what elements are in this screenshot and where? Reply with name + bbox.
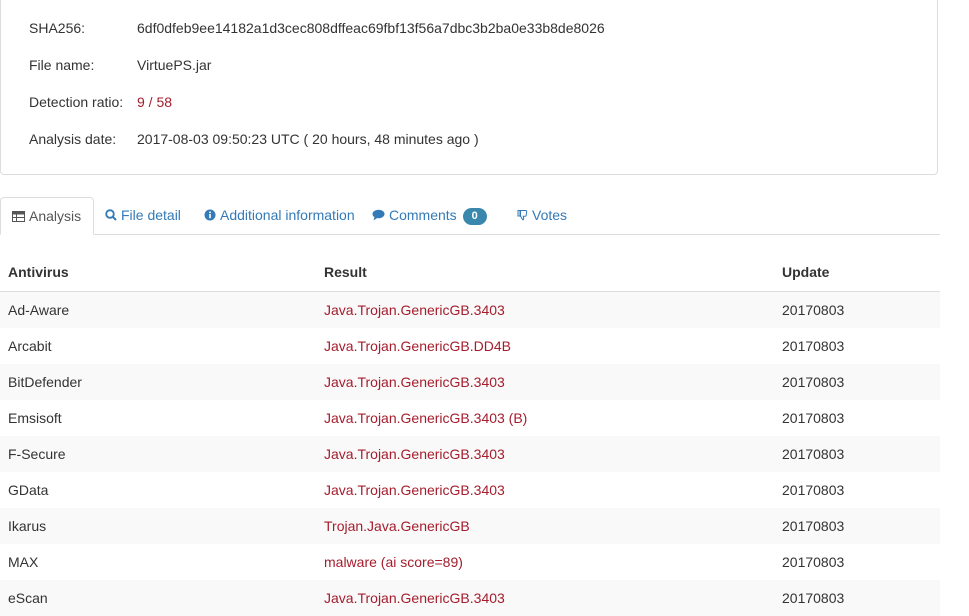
- antivirus-name: MAX: [8, 553, 39, 570]
- antivirus-name: Emsisoft: [8, 409, 62, 426]
- detection-result: Java.Trojan.GenericGB.3403: [316, 291, 774, 328]
- column-header-update: Update: [774, 254, 940, 292]
- antivirus-name: Arcabit: [8, 337, 52, 354]
- tab-file-detail[interactable]: File detail: [105, 197, 181, 235]
- update-date: 20170803: [774, 507, 940, 544]
- table-row: Arcabit Java.Trojan.GenericGB.DD4B 20170…: [0, 328, 940, 364]
- detection-result: Java.Trojan.GenericGB.3403: [324, 481, 505, 498]
- table-row: Emsisoft Java.Trojan.GenericGB.3403 (B) …: [0, 400, 940, 436]
- tab-additional-information[interactable]: Additional information: [204, 197, 355, 235]
- antivirus-name: F-Secure: [0, 435, 316, 472]
- antivirus-name: Ikarus: [0, 507, 316, 544]
- update-date: 20170803: [774, 291, 940, 328]
- info-icon: [204, 198, 216, 234]
- update-date: 20170803: [782, 409, 845, 426]
- table-row: F-Secure Java.Trojan.GenericGB.3403 2017…: [0, 435, 940, 472]
- column-header-antivirus: Antivirus: [0, 254, 316, 292]
- detection-result: Java.Trojan.GenericGB.3403 (B): [324, 409, 528, 426]
- comment-icon: [372, 198, 385, 234]
- comments-count-badge: 0: [462, 208, 487, 225]
- table-row: BitDefender Java.Trojan.GenericGB.3403 2…: [0, 363, 940, 400]
- detection-ratio-value: 9 / 58: [137, 94, 173, 110]
- antivirus-name: Ad-Aware: [0, 291, 316, 328]
- detection-result: Trojan.Java.GenericGB: [316, 507, 774, 544]
- tab-votes[interactable]: Votes: [517, 197, 567, 235]
- table-row: Ad-Aware Java.Trojan.GenericGB.3403 2017…: [0, 291, 940, 328]
- file-name-value: VirtuePS.jar: [137, 57, 212, 73]
- detection-result: Java.Trojan.GenericGB.3403: [316, 579, 774, 616]
- tab-analysis[interactable]: Analysis: [0, 197, 95, 235]
- table-row: eScan Java.Trojan.GenericGB.3403 2017080…: [0, 579, 940, 616]
- update-date: 20170803: [782, 553, 845, 570]
- thumbs-down-icon: [517, 198, 528, 234]
- tab-bar: Analysis File detail Additional informat…: [0, 197, 940, 235]
- update-date: 20170803: [774, 363, 940, 400]
- detection-result: malware (ai score=89): [324, 553, 463, 570]
- antivirus-name: GData: [8, 481, 49, 498]
- analysis-date-value: 2017-08-03 09:50:23 UTC ( 20 hours, 48 m…: [137, 131, 479, 147]
- antivirus-name: eScan: [0, 579, 316, 616]
- table-header-row: Antivirus Result Update: [0, 254, 940, 292]
- sha256-label: SHA256:: [29, 20, 86, 36]
- analysis-date-label: Analysis date:: [29, 131, 117, 147]
- antivirus-results-table: Antivirus Result Update Ad-Aware Java.Tr…: [0, 254, 940, 616]
- file-summary-panel: SHA256: 6df0dfeb9ee14182a1d3cec808dffeac…: [0, 0, 938, 175]
- update-date: 20170803: [782, 337, 845, 354]
- update-date: 20170803: [782, 481, 845, 498]
- detection-result: Java.Trojan.GenericGB.3403: [316, 435, 774, 472]
- tab-additional-information-label: Additional information: [220, 207, 355, 223]
- sha256-value: 6df0dfeb9ee14182a1d3cec808dffeac69fbf13f…: [137, 20, 605, 36]
- table-row: MAX malware (ai score=89) 20170803: [0, 544, 940, 580]
- update-date: 20170803: [774, 435, 940, 472]
- update-date: 20170803: [774, 579, 940, 616]
- tab-votes-label: Votes: [532, 207, 568, 223]
- detection-result: Java.Trojan.GenericGB.3403: [316, 363, 774, 400]
- search-icon: [105, 198, 117, 234]
- tab-comments[interactable]: Comments 0: [372, 197, 487, 235]
- tab-comments-label: Comments: [389, 207, 457, 223]
- table-row: GData Java.Trojan.GenericGB.3403 2017080…: [0, 472, 940, 508]
- detection-ratio-label: Detection ratio:: [29, 94, 124, 110]
- file-name-label: File name:: [29, 57, 95, 73]
- tab-file-detail-label: File detail: [121, 207, 181, 223]
- antivirus-name: BitDefender: [0, 363, 316, 400]
- tab-analysis-label: Analysis: [29, 208, 82, 224]
- detection-result: Java.Trojan.GenericGB.DD4B: [324, 337, 511, 354]
- table-icon: [12, 199, 25, 235]
- column-header-result: Result: [316, 254, 774, 292]
- table-row: Ikarus Trojan.Java.GenericGB 20170803: [0, 507, 940, 544]
